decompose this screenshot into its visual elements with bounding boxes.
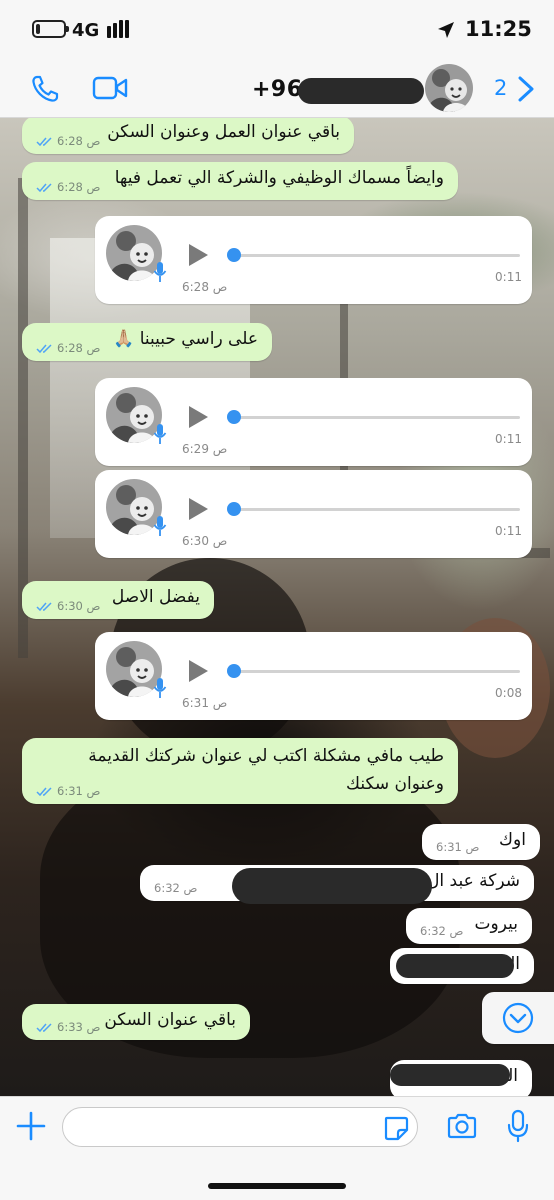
microphone-icon[interactable] [506, 1109, 530, 1143]
message-text: شركة عبد ال [427, 871, 520, 891]
message-bubble-outgoing[interactable]: على راسي حبيبنا 🙏🏼 6:28 ص [22, 323, 272, 361]
chevron-down-circle-icon [502, 1002, 534, 1034]
message-time: 6:31 ص [182, 696, 228, 710]
message-meta: 6:32 ص [154, 881, 197, 895]
message-time: 6:28 ص [57, 134, 101, 148]
video-call-icon[interactable] [92, 75, 128, 101]
read-ticks-icon [36, 136, 52, 146]
voice-message[interactable]: 0:11 6:28 ص [95, 216, 532, 304]
redacted-text [390, 1064, 510, 1086]
message-bubble-outgoing[interactable]: يفضل الاصل 6:30 ص [22, 581, 214, 619]
message-meta: 6:31 ص [36, 784, 100, 798]
message-meta: 6:28 ص [36, 180, 100, 194]
message-meta: 6:28 ص [36, 134, 100, 148]
status-time: 11:25 [465, 17, 532, 41]
home-indicator [208, 1183, 346, 1189]
voice-message[interactable]: 0:11 6:29 ص [95, 378, 532, 466]
read-ticks-icon [36, 601, 52, 611]
message-time: 6:32 ص [420, 924, 464, 938]
message-bubble-outgoing[interactable]: طيب مافي مشكلة اكتب لي عنوان شركتك القدي… [22, 738, 458, 804]
redacted-contact-number [298, 78, 424, 104]
plus-icon[interactable] [16, 1111, 46, 1141]
chat-header: +96 2 [0, 60, 554, 118]
read-ticks-icon [36, 786, 52, 796]
message-bubble-incoming[interactable]: اوك 6:31 ص [422, 824, 540, 860]
message-input-bar [0, 1096, 554, 1200]
read-ticks-icon [36, 182, 52, 192]
play-icon[interactable] [187, 497, 209, 521]
message-meta: 6:31 ص [436, 840, 479, 854]
voice-progress-track[interactable] [235, 416, 520, 419]
microphone-icon [153, 678, 167, 698]
voice-progress-knob[interactable] [227, 502, 241, 516]
voice-progress-track[interactable] [235, 670, 520, 673]
contact-avatar[interactable] [425, 64, 473, 112]
read-ticks-icon [36, 1022, 52, 1032]
message-meta: 6:30 ص [36, 599, 100, 613]
message-bubble-outgoing[interactable]: وايضاً مسماك الوظيفي والشركة الي تعمل في… [22, 162, 458, 200]
signal-bars-icon [107, 20, 131, 38]
status-bar: 4G 11:25 [0, 0, 554, 60]
voice-duration: 0:08 [495, 686, 522, 700]
message-time: 6:31 ص [436, 840, 480, 854]
message-bubble-incoming[interactable]: بيروت 6:32 ص [406, 908, 532, 944]
message-meta: 6:33 ص [36, 1020, 100, 1034]
message-bubble-outgoing[interactable]: باقي عنوان السكن 6:33 ص [22, 1004, 250, 1040]
voice-progress-knob[interactable] [227, 248, 241, 262]
message-text: يفضل الاصل [111, 587, 200, 607]
voice-message[interactable]: 0:11 6:30 ص [95, 470, 532, 558]
message-time: 6:28 ص [182, 280, 228, 294]
play-icon[interactable] [187, 405, 209, 429]
contact-name[interactable]: +96 [252, 77, 303, 102]
message-text: اوك [499, 830, 526, 850]
phone-icon[interactable] [30, 74, 60, 104]
location-arrow-icon [438, 22, 454, 38]
sticker-icon[interactable] [383, 1115, 409, 1141]
voice-progress-track[interactable] [235, 508, 520, 511]
microphone-icon [153, 516, 167, 536]
message-time: 6:28 ص [57, 180, 101, 194]
voice-duration: 0:11 [495, 270, 522, 284]
voice-message[interactable]: 0:08 6:31 ص [95, 632, 532, 720]
message-time: 6:32 ص [154, 881, 198, 895]
message-time: 6:33 ص [57, 1020, 101, 1034]
microphone-icon [153, 424, 167, 444]
battery-icon [32, 20, 69, 38]
battery-level [36, 24, 40, 34]
network-type: 4G [72, 20, 100, 41]
message-meta: 6:32 ص [420, 924, 463, 938]
message-input[interactable] [62, 1107, 418, 1147]
voice-duration: 0:11 [495, 432, 522, 446]
message-text: بيروت [474, 914, 518, 934]
unread-count[interactable]: 2 [494, 76, 507, 100]
chat-area[interactable]: باقي عنوان العمل وعنوان السكن 6:28 ص واي… [0, 118, 554, 1096]
message-text: على راسي حبيبنا 🙏🏼 [113, 329, 258, 349]
message-time: 6:29 ص [182, 442, 228, 456]
message-time: 6:30 ص [182, 534, 228, 548]
message-time: 6:30 ص [57, 599, 101, 613]
redacted-text [396, 954, 514, 978]
voice-progress-knob[interactable] [227, 410, 241, 424]
message-time: 6:31 ص [57, 784, 101, 798]
message-time: 6:28 ص [57, 341, 101, 355]
microphone-icon [153, 262, 167, 282]
message-bubble-outgoing[interactable]: باقي عنوان العمل وعنوان السكن 6:28 ص [22, 118, 354, 154]
voice-duration: 0:11 [495, 524, 522, 538]
message-meta: 6:28 ص [36, 341, 100, 355]
play-icon[interactable] [187, 659, 209, 683]
message-text: باقي عنوان السكن [104, 1010, 236, 1030]
play-icon[interactable] [187, 243, 209, 267]
scroll-to-bottom-button[interactable] [482, 992, 554, 1044]
camera-icon[interactable] [446, 1112, 478, 1140]
redacted-text [232, 868, 432, 904]
chevron-right-icon[interactable] [516, 76, 536, 102]
message-text: وايضاً مسماك الوظيفي والشركة الي تعمل في… [114, 168, 444, 188]
voice-progress-knob[interactable] [227, 664, 241, 678]
message-text: باقي عنوان العمل وعنوان السكن [107, 122, 340, 142]
voice-progress-track[interactable] [235, 254, 520, 257]
read-ticks-icon [36, 343, 52, 353]
